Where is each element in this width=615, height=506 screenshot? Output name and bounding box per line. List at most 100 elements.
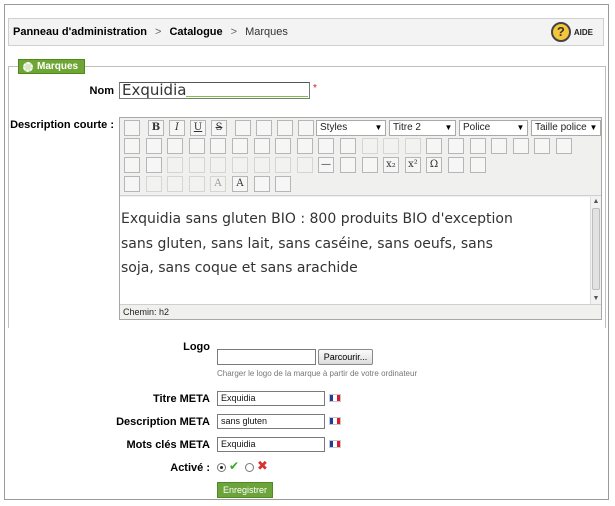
insertion-icon[interactable]: A xyxy=(232,176,248,192)
align-center-icon[interactable] xyxy=(256,120,272,136)
logo-hint: Charger le logo de la marque à partir de… xyxy=(217,369,418,378)
paste-word-icon[interactable] xyxy=(210,138,226,154)
link-icon[interactable] xyxy=(383,138,399,154)
indent-icon[interactable] xyxy=(297,138,313,154)
table-icon[interactable] xyxy=(146,157,162,173)
breadcrumb-item-marques: Marques xyxy=(245,26,288,38)
meta-description-label: Description META xyxy=(116,416,210,428)
name-input-underline xyxy=(186,96,308,97)
bold-icon[interactable]: B xyxy=(148,120,164,136)
align-justify-icon[interactable] xyxy=(298,120,314,136)
style-props-icon[interactable] xyxy=(124,176,140,192)
meta-keywords-label: Mots clés META xyxy=(126,439,210,451)
italic-icon[interactable]: I xyxy=(169,120,185,136)
remove-format-icon[interactable] xyxy=(340,157,356,173)
active-no-radio[interactable] xyxy=(245,463,254,472)
breadcrumb-separator-icon: > xyxy=(155,26,162,38)
redo-icon[interactable] xyxy=(362,138,378,154)
delete-col-icon[interactable] xyxy=(297,157,313,173)
bullet-list-icon[interactable] xyxy=(232,138,248,154)
meta-title-label: Titre META xyxy=(152,393,210,405)
outdent-icon[interactable] xyxy=(275,138,291,154)
french-flag-icon[interactable] xyxy=(329,394,341,402)
required-marker: * xyxy=(313,83,317,94)
format-dropdown[interactable]: Titre 2 ▼ xyxy=(389,120,456,136)
active-yes-radio[interactable] xyxy=(217,463,226,472)
attributes-icon[interactable] xyxy=(275,176,291,192)
scroll-up-icon[interactable]: ▲ xyxy=(591,197,601,207)
editor-content-text[interactable]: Exquidia sans gluten BIO : 800 produits … xyxy=(121,207,526,281)
editor-path-bar: Chemin: h2 xyxy=(120,304,601,319)
editor-scrollbar[interactable]: ▲ ▼ xyxy=(590,197,601,304)
cleanup-icon[interactable] xyxy=(470,138,486,154)
scroll-thumb[interactable] xyxy=(592,208,600,290)
subscript-icon[interactable]: x₂ xyxy=(383,157,399,173)
underline-icon[interactable]: U xyxy=(190,120,206,136)
chevron-down-icon: ▼ xyxy=(444,123,453,132)
styles-dropdown[interactable]: Styles ▼ xyxy=(316,120,386,136)
french-flag-icon[interactable] xyxy=(329,440,341,448)
french-flag-icon[interactable] xyxy=(329,417,341,425)
copy-icon[interactable] xyxy=(146,138,162,154)
header-bar: Panneau d'administration > Catalogue > M… xyxy=(8,18,604,46)
undo-icon[interactable] xyxy=(340,138,356,154)
logo-file-input[interactable] xyxy=(217,349,316,365)
superscript-icon[interactable]: x² xyxy=(405,157,421,173)
short-description-label: Description courte : xyxy=(10,119,114,131)
scroll-down-icon[interactable]: ▼ xyxy=(591,294,601,304)
fullscreen-icon[interactable] xyxy=(470,157,486,173)
align-left-icon[interactable] xyxy=(235,120,251,136)
font-dropdown[interactable]: Police ▼ xyxy=(459,120,528,136)
styles-dropdown-label: Styles xyxy=(320,122,348,133)
font-size-dropdown-label: Taille police xyxy=(535,122,587,133)
insert-date-icon[interactable] xyxy=(124,157,140,173)
special-char-icon[interactable]: Ω xyxy=(426,157,442,173)
paste-icon[interactable] xyxy=(167,138,183,154)
merge-cells-icon[interactable] xyxy=(254,157,270,173)
insert-col-icon[interactable] xyxy=(275,157,291,173)
cut-icon[interactable] xyxy=(124,138,140,154)
editor-content-area[interactable]: Exquidia sans gluten BIO : 800 produits … xyxy=(120,197,601,304)
table-props-icon[interactable] xyxy=(167,157,183,173)
blockquote-icon[interactable] xyxy=(318,138,334,154)
visual-aid-icon[interactable] xyxy=(362,157,378,173)
background-color-icon[interactable] xyxy=(556,138,572,154)
new-document-icon[interactable] xyxy=(124,120,140,136)
abbr-icon[interactable] xyxy=(167,176,183,192)
numbered-list-icon[interactable] xyxy=(254,138,270,154)
insert-row-icon[interactable] xyxy=(189,157,205,173)
meta-title-input[interactable]: Exquidia xyxy=(217,391,325,406)
template-icon[interactable] xyxy=(254,176,270,192)
text-color-icon[interactable] xyxy=(534,138,550,154)
align-right-icon[interactable] xyxy=(277,120,293,136)
unlink-icon[interactable] xyxy=(405,138,421,154)
help-icon[interactable] xyxy=(491,138,507,154)
help-link[interactable]: ? AIDE xyxy=(550,22,593,42)
paste-text-icon[interactable] xyxy=(189,138,205,154)
active-label: Activé : xyxy=(170,462,210,474)
cite-icon[interactable] xyxy=(146,176,162,192)
name-label: Nom xyxy=(89,85,114,97)
font-dropdown-label: Police xyxy=(463,122,491,133)
anchor-icon[interactable] xyxy=(426,138,442,154)
image-icon[interactable] xyxy=(448,138,464,154)
strikethrough-icon[interactable]: S xyxy=(211,120,227,136)
save-button[interactable]: Enregistrer xyxy=(217,482,273,498)
horizontal-rule-icon[interactable]: — xyxy=(318,157,334,173)
meta-description-input[interactable]: sans gluten xyxy=(217,414,325,429)
code-icon[interactable] xyxy=(513,138,529,154)
chevron-down-icon: ▼ xyxy=(516,123,525,132)
media-icon[interactable] xyxy=(448,157,464,173)
acronym-icon[interactable] xyxy=(189,176,205,192)
logo-label: Logo xyxy=(183,341,210,353)
chevron-down-icon: ▼ xyxy=(589,123,598,132)
delete-row-icon[interactable] xyxy=(210,157,226,173)
editor-toolbar: B I U S Styles ▼ Titre 2 ▼ Police ▼ Taille police ▼… xyxy=(120,118,601,196)
split-cells-icon[interactable] xyxy=(232,157,248,173)
breadcrumb-item-admin[interactable]: Panneau d'administration xyxy=(13,26,147,38)
font-size-dropdown[interactable]: Taille police ▼ xyxy=(531,120,601,136)
browse-button[interactable]: Parcourir... xyxy=(318,349,373,365)
deletion-icon[interactable]: A xyxy=(210,176,226,192)
breadcrumb-item-catalogue[interactable]: Catalogue xyxy=(169,26,222,38)
meta-keywords-input[interactable]: Exquidia xyxy=(217,437,325,452)
